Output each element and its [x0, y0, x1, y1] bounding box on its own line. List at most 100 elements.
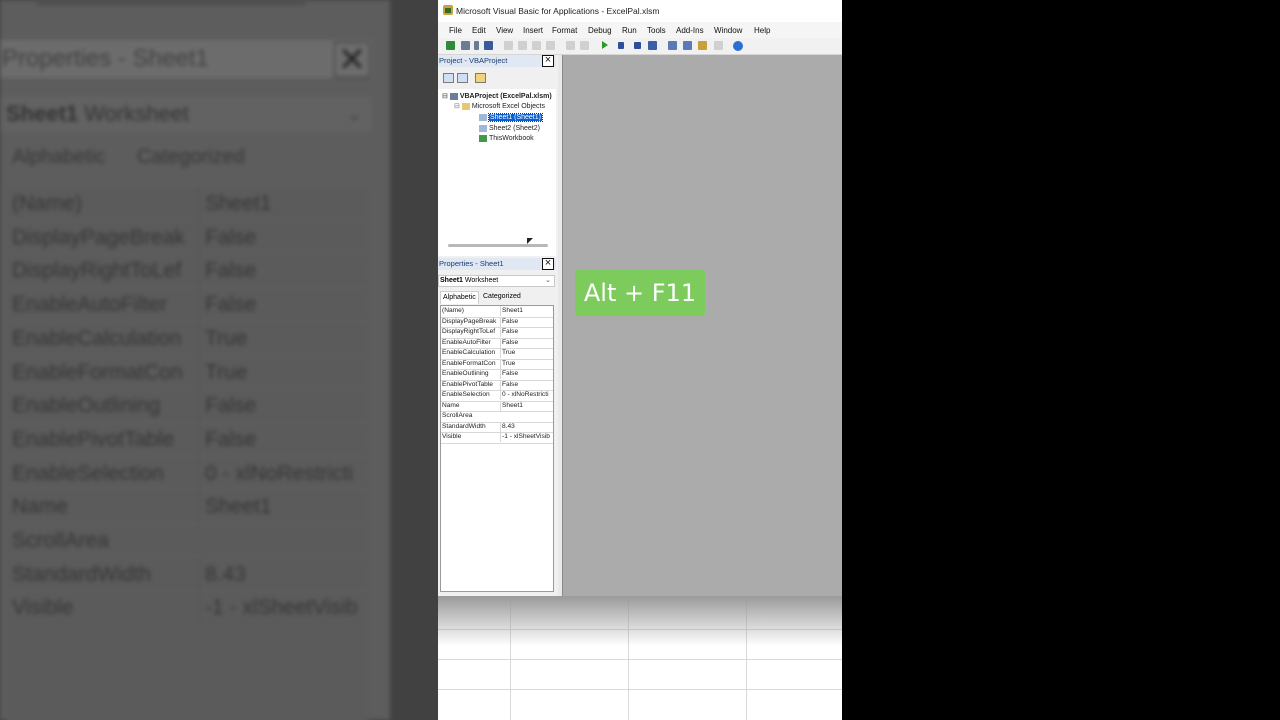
property-name: EnableCalculation	[442, 349, 496, 356]
reset-icon[interactable]	[634, 42, 641, 49]
grid-line	[438, 659, 842, 660]
property-value[interactable]: Sheet1	[500, 400, 554, 411]
worksheet-icon	[479, 124, 487, 132]
property-value[interactable]: False	[500, 327, 554, 337]
worksheet-icon	[479, 113, 487, 121]
property-value[interactable]: True	[500, 358, 554, 369]
find-icon[interactable]	[546, 41, 555, 50]
background-zoom: Properties - Sheet1 ✕ Sheet1 Worksheet ⌄…	[0, 0, 438, 720]
property-name: EnableFormatCon	[442, 359, 496, 367]
tree-node-thisworkbook[interactable]: ThisWorkbook	[479, 134, 534, 143]
help-icon[interactable]	[733, 41, 743, 51]
properties-title: Properties - Sheet1	[438, 258, 556, 270]
grid-line	[438, 689, 842, 690]
title-bar: Microsoft Visual Basic for Applications …	[438, 0, 842, 22]
shortcut-caption: Alt + F11	[575, 270, 705, 316]
property-value[interactable]: -1 - xlSheetVisib	[500, 432, 554, 442]
property-value[interactable]: False	[500, 316, 554, 327]
property-name: ScrollArea	[442, 412, 473, 419]
design-mode-icon[interactable]	[648, 41, 657, 50]
object-type: Worksheet	[464, 277, 499, 284]
property-name: EnableAutoFilter	[442, 338, 491, 346]
properties-grid: (Name) Sheet1 DisplayPageBreak False Display…	[440, 305, 554, 592]
property-value[interactable]: Sheet1	[500, 306, 554, 316]
chevron-down-icon: ⌄	[545, 277, 551, 284]
tree-node-label: Microsoft Excel Objects	[471, 103, 545, 110]
menu-edit[interactable]: Edit	[472, 26, 486, 35]
object-selector[interactable]: Sheet1 Worksheet ⌄	[438, 275, 555, 287]
run-icon[interactable]	[602, 41, 608, 49]
save-icon[interactable]	[484, 41, 493, 50]
menu-insert[interactable]: Insert	[523, 26, 543, 35]
properties-window-icon[interactable]	[683, 41, 692, 50]
properties-close-icon[interactable]: ×	[542, 258, 554, 270]
menu-help[interactable]: Help	[754, 26, 770, 35]
tree-node-label: Sheet2 (Sheet2)	[489, 125, 540, 132]
code-workspace[interactable]	[562, 55, 842, 596]
project-explorer-title: Project - VBAProject	[438, 55, 556, 67]
menu-view[interactable]: View	[496, 26, 513, 35]
excel-sheet-grid	[438, 596, 842, 720]
background-shade	[0, 0, 438, 720]
menu-run[interactable]: Run	[622, 26, 637, 35]
menu-format[interactable]: Format	[552, 26, 577, 35]
mouse-cursor-icon	[527, 238, 533, 244]
project-explorer-icon[interactable]	[668, 41, 677, 50]
menu-debug[interactable]: Debug	[588, 26, 612, 35]
tree-node-label: ThisWorkbook	[489, 135, 534, 142]
dropdown-arrow-icon[interactable]	[474, 41, 479, 50]
object-name: Sheet1	[440, 277, 463, 284]
toolbox-icon[interactable]	[714, 41, 723, 50]
toggle-folders-icon[interactable]	[475, 73, 486, 83]
insert-module-icon[interactable]	[461, 41, 470, 50]
tree-node-excel-objects[interactable]: ⊟ Microsoft Excel Objects	[454, 102, 545, 111]
window-title: Microsoft Visual Basic for Applications …	[456, 6, 660, 16]
tree-node-vbaproject[interactable]: ⊟ VBAProject (ExcelPal.xlsm)	[442, 92, 552, 101]
menu-file[interactable]: File	[449, 26, 462, 35]
property-value[interactable]: False	[500, 379, 554, 390]
undo-icon[interactable]	[566, 41, 575, 50]
excel-app-icon	[443, 5, 453, 15]
menu-tools[interactable]: Tools	[647, 26, 666, 35]
tree-node-label: Sheet1 (Sheet1)	[488, 113, 543, 122]
property-name: Visible	[442, 433, 462, 440]
tab-alphabetic[interactable]: Alphabetic	[440, 291, 479, 304]
property-name: Name	[442, 401, 460, 409]
property-value[interactable]: True	[500, 348, 554, 358]
standard-toolbar	[438, 38, 842, 55]
view-excel-icon[interactable]	[446, 41, 455, 50]
shadow-fade	[438, 596, 842, 646]
project-explorer-close-icon[interactable]: ×	[542, 55, 554, 67]
tree-node-sheet1[interactable]: Sheet1 (Sheet1)	[479, 113, 543, 122]
break-icon[interactable]	[618, 42, 624, 49]
properties-tabs: Alphabetic Categorized	[438, 291, 556, 305]
property-name: DisplayPageBreak	[442, 317, 497, 325]
redo-icon[interactable]	[580, 41, 589, 50]
cut-icon[interactable]	[504, 41, 513, 50]
horizontal-scrollbar[interactable]	[448, 244, 548, 247]
tab-categorized[interactable]: Categorized	[483, 293, 521, 300]
right-black-bar	[842, 0, 1280, 720]
property-name: EnableSelection	[442, 391, 490, 398]
property-row[interactable]: Visible -1 - xlSheetVisib	[441, 432, 553, 444]
menu-add-ins[interactable]: Add-Ins	[676, 26, 704, 35]
folder-icon	[461, 102, 470, 110]
object-browser-icon[interactable]	[698, 41, 707, 50]
property-value[interactable]: 8.43	[500, 421, 554, 432]
tree-node-sheet2[interactable]: Sheet2 (Sheet2)	[479, 124, 540, 133]
property-name: (Name)	[442, 307, 464, 314]
paste-icon[interactable]	[532, 41, 541, 50]
menu-window[interactable]: Window	[714, 26, 742, 35]
copy-icon[interactable]	[518, 41, 527, 50]
property-value[interactable]: False	[500, 369, 554, 379]
property-name: DisplayRightToLef	[442, 328, 496, 335]
menu-bar: File Edit View Insert Format Debug Run T…	[438, 22, 842, 38]
tree-node-label: VBAProject (ExcelPal.xlsm)	[459, 93, 552, 100]
view-object-icon[interactable]	[457, 73, 468, 83]
property-name: EnablePivotTable	[442, 380, 493, 388]
project-tree: ⊟ VBAProject (ExcelPal.xlsm) ⊟ Microsoft…	[438, 89, 556, 256]
property-value[interactable]: False	[500, 337, 554, 348]
property-value[interactable]: 0 - xlNoRestricti	[500, 390, 554, 400]
view-code-icon[interactable]	[443, 73, 454, 83]
project-icon	[449, 92, 458, 100]
